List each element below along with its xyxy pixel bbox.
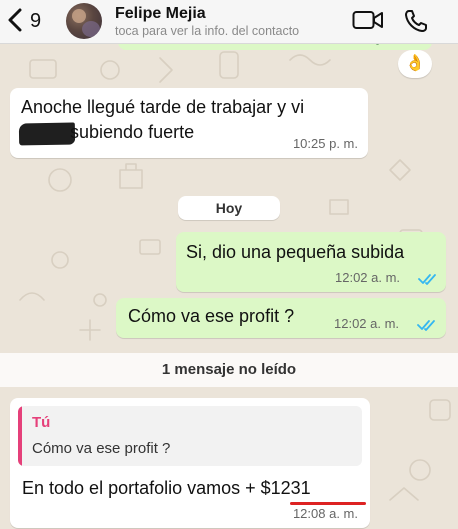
avatar[interactable] xyxy=(66,3,102,39)
quote-author: Tú xyxy=(32,414,51,431)
message-text: Cómo va ese profit ? xyxy=(128,306,295,326)
unread-messages-banner: 1 mensaje no leído xyxy=(0,353,458,387)
message-time: 12:02 a. m. xyxy=(335,270,401,285)
message-bubble-outgoing[interactable]: Si, dio una pequeña subida 12:02 a. m. xyxy=(176,232,446,292)
quoted-message[interactable]: Tú Cómo va ese profit ? xyxy=(18,406,362,466)
message-time: 12:02 a. m. xyxy=(334,316,400,331)
redacted-text-mark xyxy=(18,122,76,146)
phone-call-icon[interactable] xyxy=(403,8,429,34)
date-separator: Hoy xyxy=(178,196,280,220)
message-text: subiendo fuerte xyxy=(70,122,195,142)
unread-chats-count[interactable]: 9 xyxy=(30,10,41,33)
message-text: Si, dio una pequeña subida xyxy=(186,242,405,262)
message-bubble-outgoing[interactable]: Cómo va ese profit ? 12:02 a. m. xyxy=(116,298,446,338)
message-bubble-incoming[interactable]: Anoche llegué tarde de trabajar y vi sub… xyxy=(10,88,368,158)
double-check-icon xyxy=(418,274,436,285)
quote-text: Cómo va ese profit ? xyxy=(32,440,171,457)
reaction-badge[interactable]: 👌 xyxy=(398,50,432,78)
message-time: 12:08 a. m. xyxy=(292,506,358,521)
double-check-icon xyxy=(417,320,435,331)
chat-header: 9 Felipe Mejia toca para ver la info. de… xyxy=(0,0,458,44)
message-text: Anoche llegué tarde de trabajar y vi xyxy=(21,97,305,117)
message-time: 10:25 p. m. xyxy=(292,136,358,151)
reaction-emoji: 👌 xyxy=(405,55,425,72)
contact-subtitle[interactable]: toca para ver la info. del contacto xyxy=(115,24,299,38)
message-text: En todo el portafolio vamos + $1231 xyxy=(22,478,311,498)
quote-accent-bar xyxy=(18,406,22,466)
back-chevron-icon[interactable] xyxy=(6,8,24,32)
video-call-icon[interactable] xyxy=(352,9,384,31)
contact-name[interactable]: Felipe Mejia xyxy=(115,5,206,23)
red-underline-mark xyxy=(290,502,366,505)
message-bubble-incoming[interactable]: Tú Cómo va ese profit ? En todo el porta… xyxy=(10,398,370,528)
